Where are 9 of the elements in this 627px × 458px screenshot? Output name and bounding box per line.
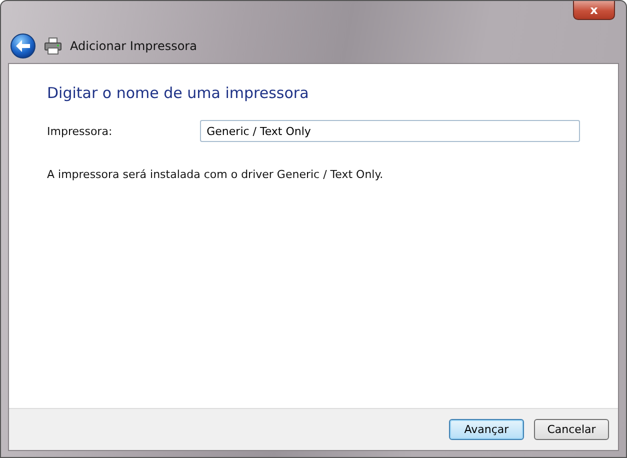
- window-title: Adicionar Impressora: [70, 39, 197, 53]
- info-text: A impressora será instalada com o driver Generic / Text Only.: [47, 168, 384, 181]
- close-button[interactable]: x: [573, 1, 615, 20]
- dialog-button[interactable]: Avançar: [449, 419, 524, 440]
- field-label: Impressora:: [47, 124, 114, 138]
- printer-icon: [44, 37, 62, 55]
- printer-name-field[interactable]: Generic / Text Only: [200, 120, 580, 142]
- dialog-button[interactable]: Cancelar: [534, 419, 609, 440]
- page-heading: Digitar o nome de uma impressora: [47, 84, 310, 102]
